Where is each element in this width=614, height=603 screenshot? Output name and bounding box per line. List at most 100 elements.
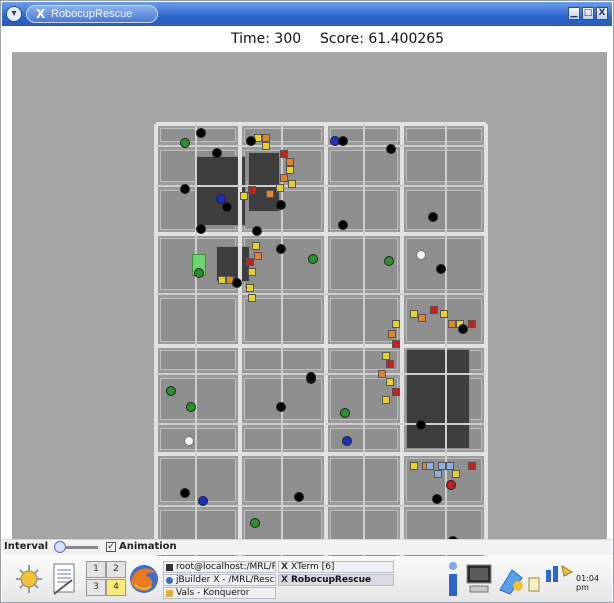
application-window: ▾ X RobocupRescue ▁ □ X Time: 300 Score:… <box>0 0 614 603</box>
agent-marker[interactable] <box>180 488 190 498</box>
pager-desktop-4[interactable]: 4 <box>106 579 126 596</box>
interval-slider-thumb[interactable] <box>54 541 66 553</box>
agent-marker[interactable] <box>166 386 176 396</box>
firefox-icon[interactable] <box>127 560 161 598</box>
clipboard-icon[interactable] <box>528 576 540 592</box>
side-road <box>363 124 365 570</box>
animation-label[interactable]: Animation <box>119 541 177 552</box>
task-robocuprescue[interactable]: X RobocupRescue <box>278 574 394 586</box>
agent-marker[interactable] <box>416 420 426 430</box>
refuge-building <box>438 462 446 470</box>
agent-marker[interactable] <box>246 136 256 146</box>
agent-marker[interactable] <box>436 264 446 274</box>
close-button[interactable]: X <box>596 7 608 20</box>
agent-marker[interactable] <box>276 200 286 210</box>
burning-building <box>280 174 288 182</box>
control-center-icon[interactable] <box>496 564 526 596</box>
burning-building <box>248 186 256 194</box>
task-konqueror[interactable]: Vals - Konqueror <box>163 587 276 599</box>
clock: 01:04 pm <box>576 574 600 592</box>
burning-building <box>388 330 396 338</box>
burning-building <box>410 462 418 470</box>
agent-marker[interactable] <box>250 518 260 528</box>
kde-menu-icon[interactable] <box>14 562 44 596</box>
x-icon: X <box>281 562 288 572</box>
city-block <box>244 298 322 342</box>
agent-marker[interactable] <box>386 144 396 154</box>
city-map[interactable] <box>154 122 488 572</box>
window-menu-icon[interactable]: ▾ <box>6 6 22 22</box>
city-block <box>160 378 236 420</box>
main-road <box>156 452 486 456</box>
pager-desktop-2[interactable]: 2 <box>106 561 126 578</box>
agent-marker[interactable] <box>252 226 262 236</box>
main-road <box>156 122 486 126</box>
agent-marker[interactable] <box>338 220 348 230</box>
burning-building <box>440 310 448 318</box>
pager-desktop-1[interactable]: 1 <box>86 561 106 578</box>
civilian-marker[interactable] <box>184 436 194 446</box>
java-icon[interactable] <box>446 560 464 598</box>
burning-building <box>262 134 270 142</box>
city-block <box>160 458 236 502</box>
agent-marker[interactable] <box>338 136 348 146</box>
agent-marker[interactable] <box>222 202 232 212</box>
agent-marker[interactable] <box>194 268 204 278</box>
burning-building <box>254 252 262 260</box>
network-icon[interactable] <box>544 562 574 584</box>
burning-building <box>410 310 418 318</box>
agent-marker[interactable] <box>276 402 286 412</box>
civilian-marker[interactable] <box>416 250 426 260</box>
agent-marker[interactable] <box>458 324 468 334</box>
burning-building <box>280 150 288 158</box>
agent-marker[interactable] <box>276 244 286 254</box>
agent-marker[interactable] <box>308 254 318 264</box>
jbuilder-icon <box>166 577 173 584</box>
agent-marker[interactable] <box>340 408 350 418</box>
agent-marker[interactable] <box>198 496 208 506</box>
burning-building <box>246 284 254 292</box>
city-block <box>244 458 322 502</box>
side-road <box>156 293 486 295</box>
burning-building <box>378 370 386 378</box>
animation-checkbox[interactable]: ✓ <box>106 542 116 552</box>
pager-desktop-3[interactable]: 3 <box>86 579 106 596</box>
side-road <box>156 185 486 187</box>
agent-marker[interactable] <box>180 184 190 194</box>
burning-building <box>248 268 256 276</box>
x-icon: X <box>281 575 288 585</box>
burned-area <box>406 349 470 449</box>
burning-building <box>246 258 254 266</box>
burning-building <box>286 158 294 166</box>
maximize-button[interactable]: □ <box>582 7 594 20</box>
agent-marker[interactable] <box>294 492 304 502</box>
burning-building <box>418 314 426 322</box>
window-title-pill[interactable]: X RobocupRescue <box>26 5 158 23</box>
agent-marker[interactable] <box>186 402 196 412</box>
task-jbuilder[interactable]: jBuilder X - /MRL/Rescue S <box>163 574 276 586</box>
agent-marker[interactable] <box>342 436 352 446</box>
side-road <box>195 124 197 570</box>
agent-marker[interactable] <box>446 480 456 490</box>
map-viewport[interactable] <box>12 52 607 572</box>
agent-marker[interactable] <box>196 224 206 234</box>
main-road <box>156 344 486 348</box>
minimize-button[interactable]: ▁ <box>568 7 580 20</box>
agent-marker[interactable] <box>428 212 438 222</box>
agent-marker[interactable] <box>196 128 206 138</box>
task-xterm[interactable]: X XTerm [6] <box>278 561 394 573</box>
city-block <box>160 428 236 450</box>
side-road <box>156 373 486 375</box>
agent-marker[interactable] <box>432 494 442 504</box>
city-block <box>406 150 482 182</box>
agent-marker[interactable] <box>384 256 394 266</box>
monitor-icon[interactable] <box>464 562 494 596</box>
burning-building <box>276 184 284 192</box>
agent-marker[interactable] <box>306 372 316 382</box>
agent-marker[interactable] <box>180 138 190 148</box>
agent-marker[interactable] <box>212 148 222 158</box>
text-editor-icon[interactable] <box>50 560 78 598</box>
task-root-terminal[interactable]: root@localhost:/MRL/Rescue <box>163 561 276 573</box>
agent-marker[interactable] <box>232 278 242 288</box>
title-bar[interactable]: ▾ X RobocupRescue ▁ □ X <box>2 2 612 26</box>
